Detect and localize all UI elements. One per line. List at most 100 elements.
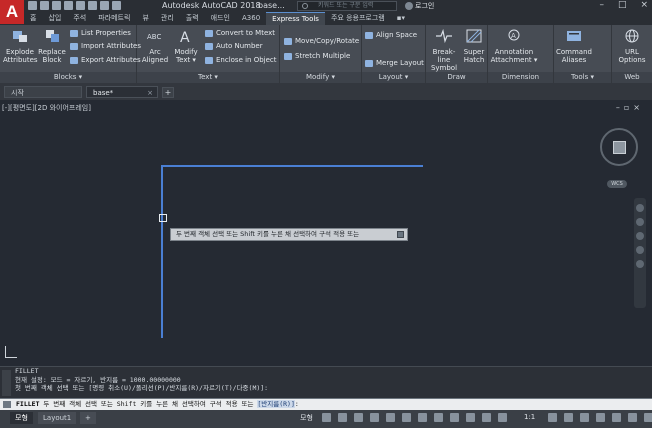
showmotion-icon[interactable] <box>636 260 644 268</box>
convert-to-mtext-button[interactable]: Convert to Mtext <box>205 28 275 38</box>
snap-icon[interactable] <box>338 413 347 422</box>
share-icon[interactable] <box>112 1 121 10</box>
replace-block-button[interactable]: Replace Block <box>37 28 67 64</box>
history-line-2: 현재 설정: 모드 = 자르기, 반지름 = 1000.00000000 <box>15 375 181 384</box>
auto-number-label: Auto Number <box>216 42 263 50</box>
panel-title-modify[interactable]: Modify ▾ <box>280 72 361 83</box>
wcs-menu[interactable]: WCS <box>607 180 627 188</box>
command-aliases-button[interactable]: Command Aliases <box>556 28 592 64</box>
import-attributes-button[interactable]: Import Attributes <box>70 41 141 51</box>
annotation-visibility-icon[interactable] <box>482 413 491 422</box>
ribbon-tab-8[interactable]: A360 <box>236 12 266 25</box>
tab-start[interactable]: 시작 <box>4 86 82 98</box>
plot-icon[interactable] <box>76 1 85 10</box>
zoom-icon[interactable] <box>636 232 644 240</box>
customization-icon[interactable] <box>644 413 652 422</box>
close-tab-icon[interactable]: × <box>147 87 153 99</box>
break-line-symbol-button[interactable]: Break-line Symbol <box>427 28 461 72</box>
ribbon-tab-7[interactable]: 애드인 <box>205 12 236 25</box>
panel-title-draw[interactable]: Draw <box>426 72 487 83</box>
ribbon-tab-6[interactable]: 출력 <box>180 12 205 25</box>
grid-icon[interactable] <box>322 413 331 422</box>
app-logo[interactable]: A <box>0 0 24 24</box>
open-icon[interactable] <box>40 1 49 10</box>
move-copy-rotate-button[interactable]: Move/Copy/Rotate <box>284 36 359 46</box>
merge-layout-button[interactable]: Merge Layout <box>365 58 424 68</box>
units-icon[interactable] <box>580 413 589 422</box>
ribbon-tab-5[interactable]: 관리 <box>155 12 180 25</box>
ribbon-more-icon[interactable]: ▪▾ <box>391 12 411 25</box>
polar-icon[interactable] <box>370 413 379 422</box>
ribbon-tab-0[interactable]: 홈 <box>24 12 42 25</box>
export-attributes-button[interactable]: Export Attributes <box>70 55 141 65</box>
tab-base[interactable]: base* × <box>86 86 158 98</box>
login-button[interactable]: 로그인 <box>405 1 434 11</box>
tab-model[interactable]: 모형 <box>10 412 33 424</box>
drawing-canvas[interactable]: [-][평면도][2D 와이어프레임] –▫× 두 번째 객체 선택 또는 Sh… <box>0 100 652 366</box>
panel-title-tools[interactable]: Tools ▾ <box>554 72 611 83</box>
pan-icon[interactable] <box>636 218 644 226</box>
url-options-button[interactable]: URL Options <box>614 28 650 64</box>
ribbon-tab-4[interactable]: 뷰 <box>136 12 154 25</box>
super-hatch-button[interactable]: Super Hatch <box>461 28 487 64</box>
panel-title-layout[interactable]: Layout ▾ <box>362 72 425 83</box>
new-tab-button[interactable]: + <box>162 87 174 98</box>
viewcube[interactable] <box>600 128 638 166</box>
ribbon-tab-9[interactable]: Express Tools <box>266 11 325 26</box>
viewcube-face[interactable] <box>613 141 626 154</box>
convert-to-mtext-label: Convert to Mtext <box>216 29 276 37</box>
maximize-icon[interactable]: □ <box>618 0 627 10</box>
explode-attributes-button[interactable]: Explode Attributes <box>3 28 38 64</box>
stretch-multiple-button[interactable]: Stretch Multiple <box>284 51 350 61</box>
save-icon[interactable] <box>52 1 61 10</box>
panel-title-web[interactable]: Web <box>612 72 652 83</box>
ribbon-tab-1[interactable]: 삽입 <box>42 12 67 25</box>
ribbon-tab-3[interactable]: 파라메트릭 <box>92 12 136 25</box>
enclose-in-object-button[interactable]: Enclose in Object <box>205 55 277 65</box>
command-line-icon[interactable] <box>3 401 11 408</box>
quick-properties-icon[interactable] <box>596 413 605 422</box>
modify-text-button[interactable]: A Modify Text ▾ <box>171 28 201 64</box>
redo-icon[interactable] <box>100 1 109 10</box>
radius-option-link[interactable]: [반지름(R)] <box>257 400 295 408</box>
panel-title-blocks[interactable]: Blocks ▾ <box>0 72 136 83</box>
isolate-objects-icon[interactable] <box>612 413 621 422</box>
minimize-icon[interactable]: – <box>599 0 604 10</box>
arc-aligned-button[interactable]: ABC Arc Aligned <box>140 28 170 64</box>
navigation-bar[interactable] <box>634 198 646 308</box>
workspace-gear-icon[interactable] <box>548 413 557 422</box>
auto-number-button[interactable]: Auto Number <box>205 41 263 51</box>
command-aliases-icon <box>567 31 581 41</box>
ribbon-tab-2[interactable]: 주석 <box>67 12 92 25</box>
add-layout-button[interactable]: + <box>80 412 96 424</box>
undo-icon[interactable] <box>88 1 97 10</box>
command-line[interactable]: FILLET 두 번째 객체 선택 또는 Shift 키를 누른 채 선택하여 … <box>0 398 652 410</box>
lineweight-icon[interactable] <box>434 413 443 422</box>
autoscale-icon[interactable] <box>498 413 507 422</box>
selection-cycling-icon[interactable] <box>466 413 475 422</box>
annotation-scale[interactable]: 1:1 <box>524 413 535 421</box>
align-space-button[interactable]: Align Space <box>365 30 417 40</box>
annotation-attachment-button[interactable]: A Annotation Attachment ▾ <box>490 28 538 64</box>
list-properties-button[interactable]: List Properties <box>70 28 131 38</box>
steering-wheel-icon[interactable] <box>636 204 644 212</box>
save-as-icon[interactable] <box>64 1 73 10</box>
clean-screen-icon[interactable] <box>628 413 637 422</box>
orbit-icon[interactable] <box>636 246 644 254</box>
osnap-icon[interactable] <box>402 413 411 422</box>
isodraft-icon[interactable] <box>386 413 395 422</box>
command-grip-icon[interactable] <box>2 370 11 396</box>
close-icon[interactable]: × <box>640 0 648 10</box>
ortho-icon[interactable] <box>354 413 363 422</box>
tab-layout1[interactable]: Layout1 <box>38 412 77 424</box>
panel-title-text[interactable]: Text ▾ <box>137 72 279 83</box>
otrack-icon[interactable] <box>418 413 427 422</box>
ribbon-tab-10[interactable]: 주요 응용프로그램 <box>325 12 391 25</box>
tooltip-arrow-icon[interactable] <box>397 231 404 238</box>
new-icon[interactable] <box>28 1 37 10</box>
model-space-toggle[interactable]: 모형 <box>300 413 313 423</box>
annotation-monitor-icon[interactable] <box>564 413 573 422</box>
search-input[interactable]: 키워드 또는 구문 입력 <box>297 1 397 11</box>
panel-title-dimension[interactable]: Dimension <box>488 72 553 83</box>
transparency-icon[interactable] <box>450 413 459 422</box>
